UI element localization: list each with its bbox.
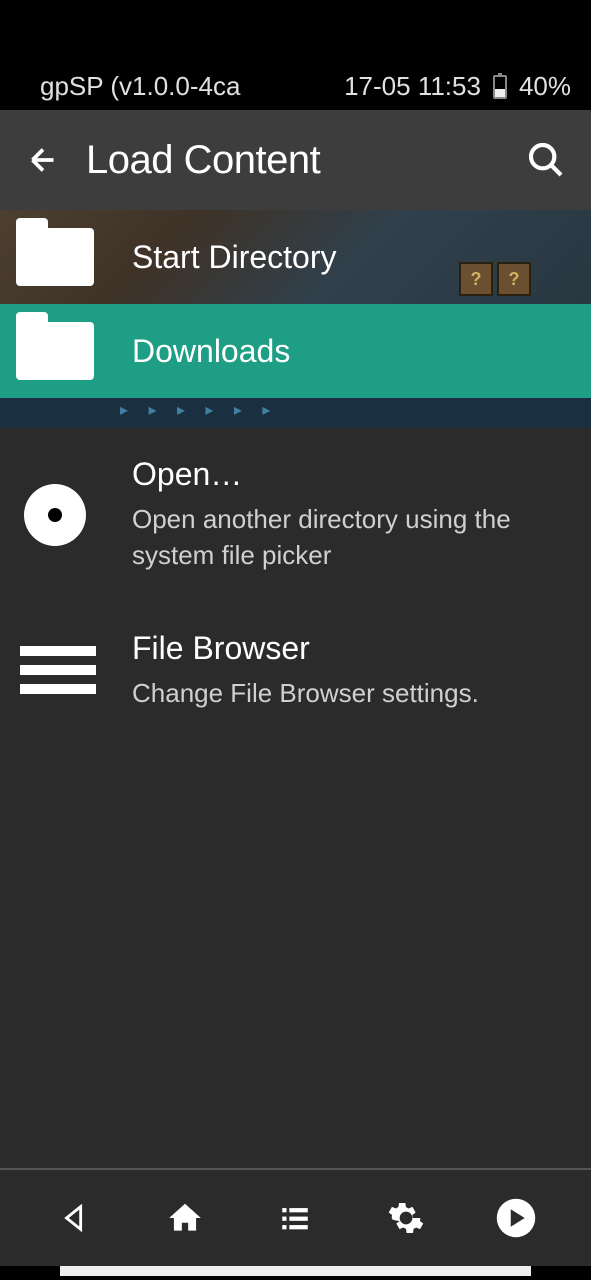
item-label: Start Directory	[132, 239, 579, 276]
app-header: Load Content	[0, 110, 591, 210]
game-bg-band	[0, 398, 591, 428]
item-label: Downloads	[132, 333, 579, 370]
menu-icon	[20, 646, 96, 694]
battery-icon	[493, 75, 507, 99]
nav-back-button[interactable]	[52, 1195, 98, 1241]
folder-icon	[16, 228, 94, 286]
item-subtitle: Change File Browser settings.	[132, 675, 579, 711]
back-button[interactable]	[24, 141, 62, 179]
menu-item-open[interactable]: Open… Open another directory using the s…	[0, 428, 591, 602]
page-title: Load Content	[86, 138, 525, 183]
item-subtitle: Open another directory using the system …	[132, 501, 579, 574]
disc-icon	[24, 484, 86, 546]
search-button[interactable]	[525, 139, 567, 181]
home-indicator	[60, 1266, 531, 1276]
bottom-navigation	[0, 1168, 591, 1266]
status-time: 17-05 11:53	[344, 71, 481, 102]
item-label: File Browser	[132, 630, 579, 667]
status-bar: gpSP (v1.0.0-4ca 17-05 11:53 40%	[0, 0, 591, 110]
nav-settings-button[interactable]	[383, 1195, 429, 1241]
nav-play-button[interactable]	[493, 1195, 539, 1241]
menu-item-start-directory[interactable]: Start Directory	[0, 210, 591, 304]
folder-icon	[16, 322, 94, 380]
item-label: Open…	[132, 456, 579, 493]
nav-list-button[interactable]	[272, 1195, 318, 1241]
menu-item-downloads[interactable]: Downloads	[0, 304, 591, 398]
nav-home-button[interactable]	[162, 1195, 208, 1241]
menu-item-file-browser[interactable]: File Browser Change File Browser setting…	[0, 602, 591, 739]
status-battery: 40%	[519, 71, 571, 102]
status-app-text: gpSP (v1.0.0-4ca	[40, 71, 344, 102]
